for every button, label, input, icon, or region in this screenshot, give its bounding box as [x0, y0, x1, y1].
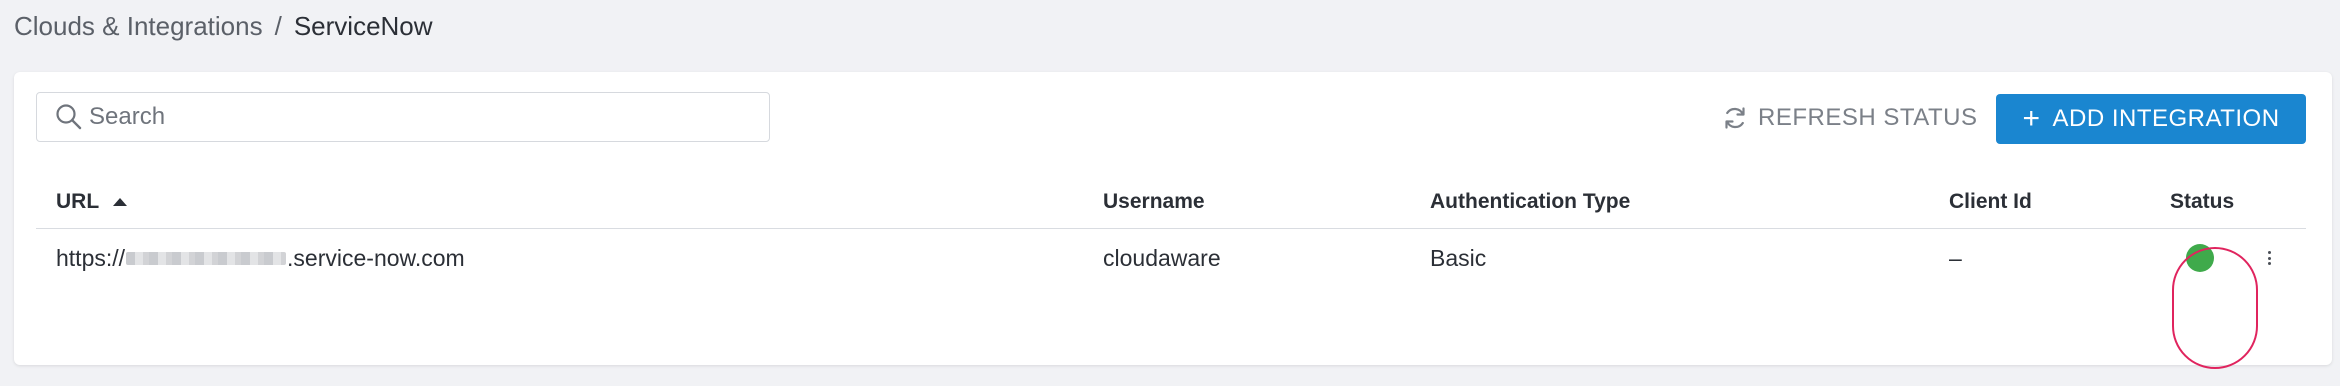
column-header-status[interactable]: Status — [2170, 176, 2234, 228]
search-icon — [56, 104, 82, 130]
cell-status — [2186, 229, 2214, 287]
breadcrumb-parent-link[interactable]: Clouds & Integrations — [14, 11, 263, 42]
row-menu-button[interactable] — [2268, 229, 2272, 287]
integrations-card: REFRESH STATUS + ADD INTEGRATION URL Use… — [14, 72, 2332, 369]
column-header-username[interactable]: Username — [1103, 176, 1205, 228]
column-label-username: Username — [1103, 190, 1205, 213]
column-label-url: URL — [56, 190, 100, 213]
breadcrumb: Clouds & Integrations / ServiceNow — [14, 8, 433, 44]
refresh-status-button[interactable]: REFRESH STATUS — [1722, 96, 1977, 140]
refresh-icon — [1725, 107, 1745, 129]
url-suffix: .service-now.com — [287, 244, 465, 271]
column-label-status: Status — [2170, 190, 2235, 213]
sort-ascending-icon — [113, 198, 128, 206]
search-input[interactable] — [87, 102, 731, 132]
integrations-table: URL Username Authentication Type Client … — [36, 176, 2306, 287]
page-title: ServiceNow — [293, 10, 433, 41]
table-row[interactable]: https:// .service-now.com cloudaware Bas… — [36, 229, 2306, 287]
cell-client-id: – — [1949, 244, 1962, 271]
table-header: URL Username Authentication Type Client … — [36, 176, 2306, 229]
status-ok-indicator — [2186, 244, 2214, 272]
column-header-url[interactable]: URL — [56, 176, 128, 228]
column-header-auth-type[interactable]: Authentication Type — [1430, 176, 1630, 228]
cell-auth-type: Basic — [1430, 244, 1487, 271]
add-integration-button[interactable]: + ADD INTEGRATION — [1996, 94, 2306, 144]
add-integration-label: ADD INTEGRATION — [2052, 105, 2280, 132]
column-label-auth-type: Authentication Type — [1430, 190, 1631, 213]
more-vertical-icon — [2268, 251, 2272, 265]
cell-username: cloudaware — [1103, 244, 1221, 271]
plus-icon: + — [2022, 102, 2041, 135]
column-label-client-id: Client Id — [1949, 190, 2032, 213]
redacted-hostname — [126, 251, 287, 265]
url-prefix: https:// — [56, 244, 126, 271]
breadcrumb-separator: / — [274, 10, 282, 41]
column-header-client-id[interactable]: Client Id — [1949, 176, 2032, 228]
refresh-status-label: REFRESH STATUS — [1758, 104, 1978, 131]
cell-url: https:// .service-now.com — [56, 229, 465, 287]
search-box[interactable] — [36, 92, 770, 142]
